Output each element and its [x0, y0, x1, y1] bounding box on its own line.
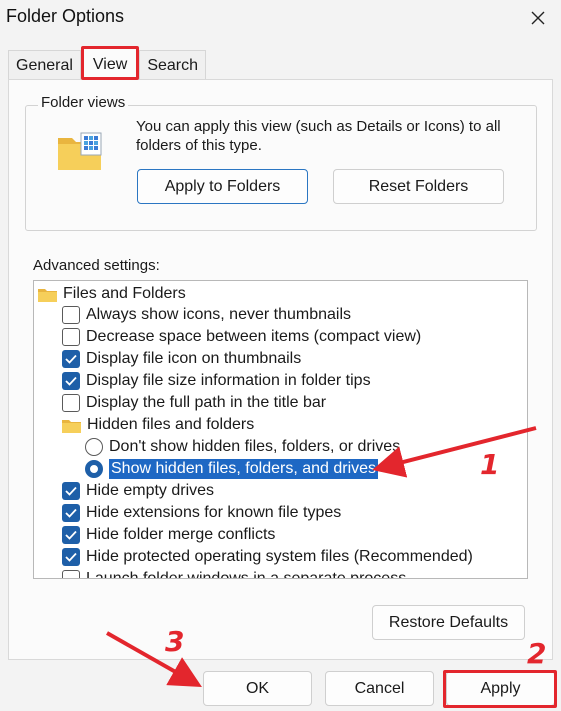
folder-icon	[62, 419, 81, 433]
checkbox-checked[interactable]	[62, 372, 80, 390]
highlight-apply-box	[443, 670, 557, 708]
option-label: Display file icon on thumbnails	[86, 350, 302, 367]
tab-search[interactable]: Search	[139, 50, 207, 80]
apply-to-folders-button[interactable]: Apply to Folders	[137, 169, 308, 204]
advanced-settings-tree: Files and Folders Always show icons, nev…	[33, 280, 528, 579]
reset-folders-button[interactable]: Reset Folders	[333, 169, 504, 204]
radio-button[interactable]	[85, 438, 103, 456]
tree-root-files-and-folders[interactable]: Files and Folders	[38, 283, 186, 305]
list-item[interactable]: Decrease space between items (compact vi…	[62, 326, 421, 348]
option-label: Hidden files and folders	[87, 416, 255, 433]
tree-root-label: Files and Folders	[63, 285, 186, 302]
checkbox[interactable]	[62, 394, 80, 412]
list-item[interactable]: Always show icons, never thumbnails	[62, 304, 351, 326]
checkbox[interactable]	[62, 570, 80, 578]
option-label: Show hidden files, folders, and drives	[109, 459, 379, 479]
list-item[interactable]: Hide empty drives	[62, 480, 214, 502]
check-icon	[65, 530, 77, 540]
list-item[interactable]: Launch folder windows in a separate proc…	[62, 568, 407, 579]
checkbox-checked[interactable]	[62, 482, 80, 500]
list-item[interactable]: Hide extensions for known file types	[62, 502, 341, 524]
step-3-number: 3	[165, 625, 185, 658]
folder-views-label: Folder views	[38, 94, 129, 111]
close-button[interactable]	[515, 0, 561, 36]
tab-general[interactable]: General	[8, 50, 81, 80]
ok-button[interactable]: OK	[203, 671, 312, 706]
checkbox[interactable]	[62, 306, 80, 324]
step-2-number: 2	[527, 637, 547, 670]
list-item[interactable]: Hide protected operating system files (R…	[62, 546, 473, 568]
list-item[interactable]: Display the full path in the title bar	[62, 392, 326, 414]
tab-view[interactable]: View	[80, 46, 140, 80]
check-icon	[65, 552, 77, 562]
folder-icon	[38, 288, 57, 302]
list-item[interactable]: Hide folder merge conflicts	[62, 524, 275, 546]
list-item[interactable]: Display file size information in folder …	[62, 370, 371, 392]
advanced-settings-label: Advanced settings:	[33, 257, 160, 274]
title-bar: Folder Options	[0, 0, 561, 36]
option-label: Always show icons, never thumbnails	[86, 306, 352, 323]
option-label: Display the full path in the title bar	[86, 394, 327, 411]
folder-grid-icon	[58, 132, 102, 170]
checkbox-checked[interactable]	[62, 504, 80, 522]
checkbox[interactable]	[62, 328, 80, 346]
cancel-button[interactable]: Cancel	[325, 671, 434, 706]
option-label: Hide protected operating system files (R…	[86, 548, 473, 565]
tab-bar: General View Search	[8, 46, 207, 80]
check-icon	[65, 486, 77, 496]
check-icon	[65, 376, 77, 386]
radio-button-checked[interactable]	[85, 460, 103, 478]
option-label: Hide folder merge conflicts	[86, 526, 276, 543]
option-label: Hide extensions for known file types	[86, 504, 342, 521]
checkbox-checked[interactable]	[62, 350, 80, 368]
checkbox-checked[interactable]	[62, 526, 80, 544]
option-label: Display file size information in folder …	[86, 372, 371, 389]
list-item-selected[interactable]: Show hidden files, folders, and drives	[85, 458, 379, 480]
option-label: Hide empty drives	[86, 482, 215, 499]
list-item[interactable]: Don't show hidden files, folders, or dri…	[85, 436, 400, 458]
check-icon	[65, 354, 77, 364]
tree-folder-hidden-files[interactable]: Hidden files and folders	[62, 414, 254, 436]
option-label: Decrease space between items (compact vi…	[86, 328, 422, 345]
folder-views-description: You can apply this view (such as Details…	[136, 118, 501, 154]
option-label: Launch folder windows in a separate proc…	[86, 570, 407, 579]
step-1-number: 1	[480, 448, 500, 481]
window-title: Folder Options	[6, 6, 125, 26]
list-item[interactable]: Display file icon on thumbnails	[62, 348, 301, 370]
checkbox-checked[interactable]	[62, 548, 80, 566]
check-icon	[65, 508, 77, 518]
close-icon	[531, 11, 545, 25]
option-label: Don't show hidden files, folders, or dri…	[109, 438, 401, 455]
restore-defaults-button[interactable]: Restore Defaults	[372, 605, 525, 640]
